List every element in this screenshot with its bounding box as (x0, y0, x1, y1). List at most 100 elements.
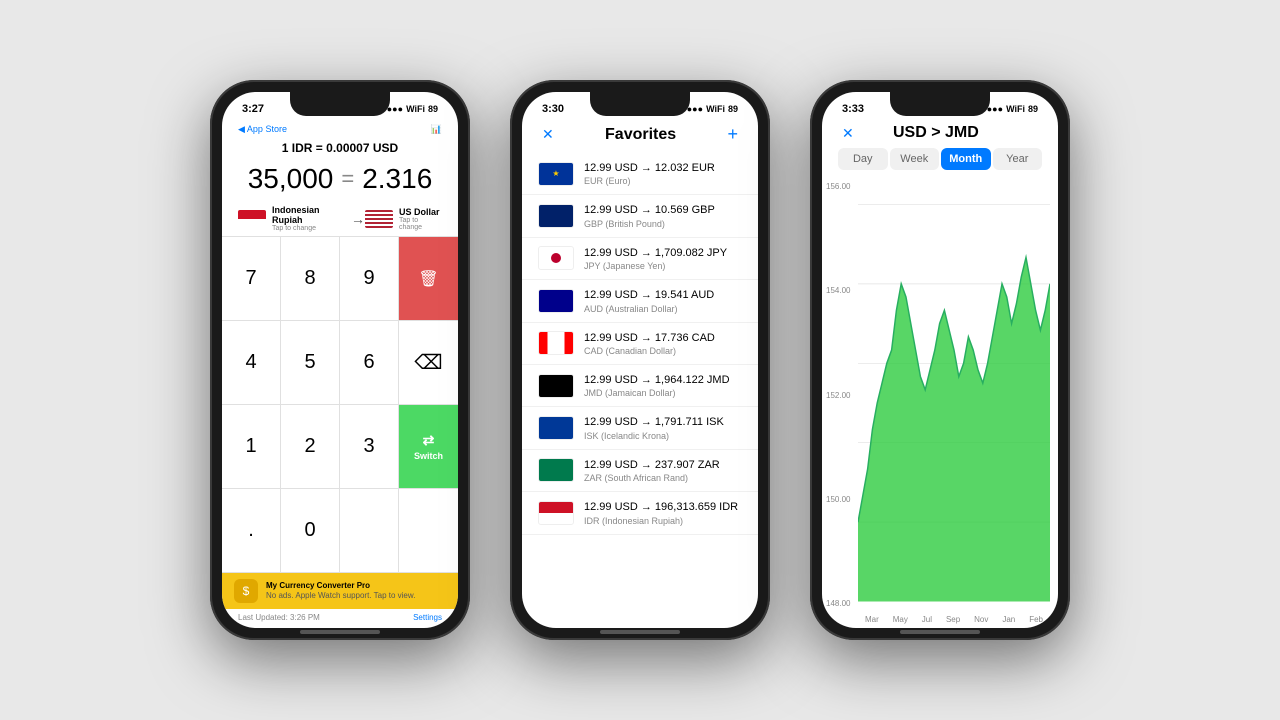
flag-za (538, 458, 574, 482)
fav-item-gbp[interactable]: 12.99 USD → 10.569 GBP GBP (British Poun… (522, 195, 758, 237)
key-5[interactable]: 5 (281, 321, 340, 405)
fav-item-jpy[interactable]: 12.99 USD → 1,709.082 JPY JPY (Japanese … (522, 238, 758, 280)
fav-item-eur[interactable]: ★ 12.99 USD → 12.032 EUR EUR (Euro) (522, 153, 758, 195)
battery-icon-3: 89 (1028, 104, 1038, 114)
phone-3-screen: 3:33 ●●● WiFi 89 ✕ USD > JMD Day Week Mo… (822, 92, 1058, 628)
x-label-nov: Nov (974, 615, 988, 624)
fav-amount-isk: 12.99 USD → 1,791.711 ISK (584, 415, 724, 430)
amount-to: 2.316 (362, 163, 432, 195)
status-icons-1: ●●● WiFi 89 (387, 104, 438, 114)
currency-from-tap: Tap to change (272, 225, 351, 232)
last-updated: Last Updated: 3:26 PM (238, 613, 320, 622)
phone1-amount: 35,000 = 2.316 (222, 157, 458, 201)
fav-item-isk[interactable]: 12.99 USD → 1,791.711 ISK ISK (Icelandic… (522, 407, 758, 449)
y-label-5: 148.00 (826, 599, 854, 608)
close-button-3[interactable]: ✕ (842, 125, 854, 142)
chart-y-axis: 156.00 154.00 152.00 150.00 148.00 (822, 178, 858, 628)
wifi-icon-3: WiFi (1006, 104, 1025, 114)
flag-id (238, 210, 266, 228)
fav-sub-gbp: GBP (British Pound) (584, 219, 715, 229)
fav-text-jpy: 12.99 USD → 1,709.082 JPY JPY (Japanese … (584, 246, 727, 271)
currency-from[interactable]: Indonesian Rupiah Tap to change (238, 205, 351, 232)
amount-eq: = (341, 166, 354, 192)
signal-icon-3: ●●● (987, 104, 1003, 114)
key-9[interactable]: 9 (340, 237, 399, 321)
flag-eu: ★ (538, 162, 574, 186)
status-icons-2: ●●● WiFi 89 (687, 104, 738, 114)
key-2[interactable]: 2 (281, 405, 340, 489)
fav-text-jmd: 12.99 USD → 1,964.122 JMD JMD (Jamaican … (584, 373, 730, 398)
banner-sub: No ads. Apple Watch support. Tap to view… (266, 591, 415, 601)
status-icons-3: ●●● WiFi 89 (987, 104, 1038, 114)
key-7[interactable]: 7 (222, 237, 281, 321)
key-4[interactable]: 4 (222, 321, 281, 405)
time-1: 3:27 (242, 103, 264, 115)
fav-item-idr[interactable]: 12.99 USD → 196,313.659 IDR IDR (Indones… (522, 492, 758, 534)
y-label-3: 152.00 (826, 391, 854, 400)
phone-1-screen: 3:27 ●●● WiFi 89 ◀ App Store 📊 1 IDR = 0… (222, 92, 458, 628)
key-delete[interactable]: 🗑 (399, 237, 458, 321)
phones-container: 3:27 ●●● WiFi 89 ◀ App Store 📊 1 IDR = 0… (210, 80, 1070, 640)
flag-gb (538, 204, 574, 228)
home-indicator-1 (300, 630, 380, 634)
battery-icon-1: 89 (428, 104, 438, 114)
phone2-header: ✕ Favorites + (522, 122, 758, 153)
phone-1: 3:27 ●●● WiFi 89 ◀ App Store 📊 1 IDR = 0… (210, 80, 470, 640)
fav-sub-jpy: JPY (Japanese Yen) (584, 261, 727, 271)
flag-jp (538, 246, 574, 270)
key-6[interactable]: 6 (340, 321, 399, 405)
x-label-sep: Sep (946, 615, 960, 624)
phone1-banner[interactable]: $ My Currency Converter Pro No ads. Appl… (222, 573, 458, 609)
fav-item-cad[interactable]: 12.99 USD → 17.736 CAD CAD (Canadian Dol… (522, 323, 758, 365)
notch-3 (890, 92, 990, 116)
keypad: 7 8 9 🗑 4 5 6 ⌫ 1 2 3 ⇄ Switch . 0 (222, 236, 458, 573)
fav-sub-cad: CAD (Canadian Dollar) (584, 346, 715, 356)
chart-x-axis: Mar May Jul Sep Nov Jan Feb (858, 615, 1050, 624)
switch-icon: ⇄ (423, 432, 435, 449)
close-button[interactable]: ✕ (542, 126, 554, 143)
stats-icon: 📊 (431, 124, 442, 135)
home-indicator-3 (900, 630, 980, 634)
flag-is (538, 416, 574, 440)
tab-month[interactable]: Month (941, 148, 991, 170)
time-selector: Day Week Month Year (822, 148, 1058, 178)
x-label-feb: Feb (1029, 615, 1043, 624)
tab-week[interactable]: Week (890, 148, 940, 170)
tab-day[interactable]: Day (838, 148, 888, 170)
fav-sub-zar: ZAR (South African Rand) (584, 473, 720, 483)
flag-id-2 (538, 501, 574, 525)
fav-text-aud: 12.99 USD → 19.541 AUD AUD (Australian D… (584, 288, 714, 313)
fav-amount-aud: 12.99 USD → 19.541 AUD (584, 288, 714, 303)
add-button[interactable]: + (727, 124, 738, 145)
key-backspace[interactable]: ⌫ (399, 321, 458, 405)
fav-text-idr: 12.99 USD → 196,313.659 IDR IDR (Indones… (584, 500, 738, 525)
fav-text-isk: 12.99 USD → 1,791.711 ISK ISK (Icelandic… (584, 415, 724, 440)
fav-item-zar[interactable]: 12.99 USD → 237.907 ZAR ZAR (South Afric… (522, 450, 758, 492)
key-1[interactable]: 1 (222, 405, 281, 489)
key-dot[interactable]: . (222, 489, 281, 573)
notch-1 (290, 92, 390, 116)
x-label-jul: Jul (922, 615, 932, 624)
fav-text-cad: 12.99 USD → 17.736 CAD CAD (Canadian Dol… (584, 331, 715, 356)
swap-arrow: → (351, 211, 365, 227)
key-0[interactable]: 0 (281, 489, 340, 573)
key-8[interactable]: 8 (281, 237, 340, 321)
favorites-list: ★ 12.99 USD → 12.032 EUR EUR (Euro) 12.9… (522, 153, 758, 628)
fav-item-jmd[interactable]: 12.99 USD → 1,964.122 JMD JMD (Jamaican … (522, 365, 758, 407)
tab-year[interactable]: Year (993, 148, 1043, 170)
key-empty (340, 489, 399, 573)
banner-icon: $ (234, 579, 258, 603)
key-3[interactable]: 3 (340, 405, 399, 489)
currency-to[interactable]: US Dollar Tap to change (365, 207, 442, 231)
time-2: 3:30 (542, 103, 564, 115)
battery-icon-2: 89 (728, 104, 738, 114)
settings-link[interactable]: Settings (413, 613, 442, 622)
flag-au (538, 289, 574, 313)
time-3: 3:33 (842, 103, 864, 115)
fav-amount-cad: 12.99 USD → 17.736 CAD (584, 331, 715, 346)
key-switch[interactable]: ⇄ Switch (399, 405, 458, 489)
banner-text: My Currency Converter Pro No ads. Apple … (266, 581, 415, 602)
signal-icon-1: ●●● (387, 104, 403, 114)
back-button[interactable]: ◀ App Store (238, 124, 287, 135)
fav-item-aud[interactable]: 12.99 USD → 19.541 AUD AUD (Australian D… (522, 280, 758, 322)
